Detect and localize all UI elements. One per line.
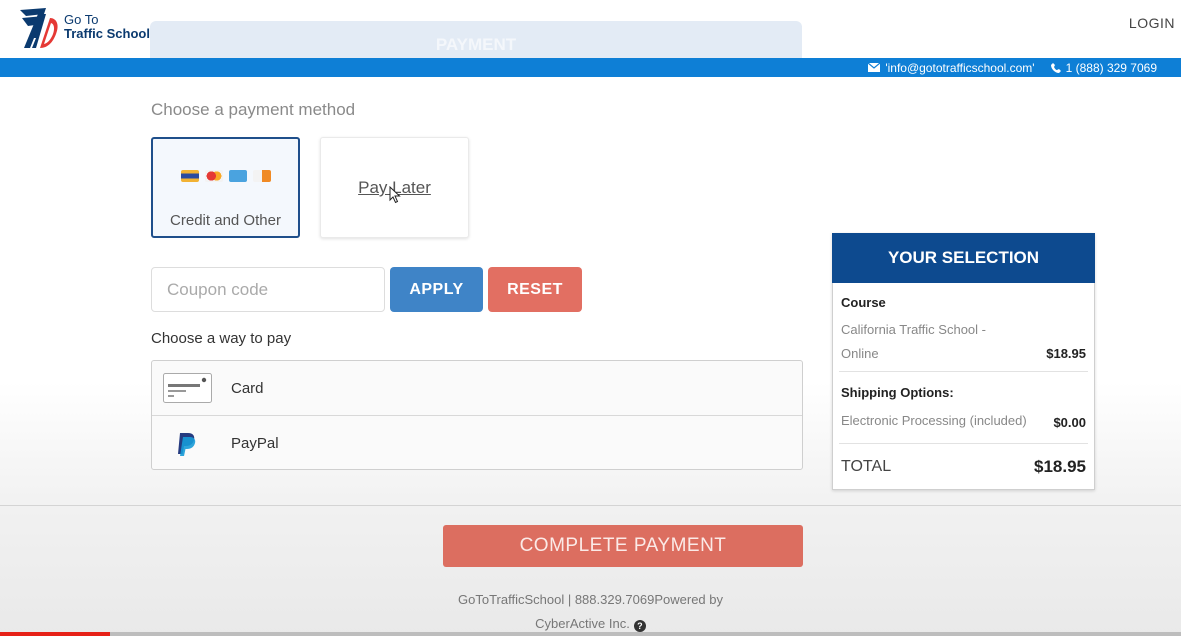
mastercard-icon [205, 170, 223, 182]
pay-option-paypal[interactable]: PayPal [152, 416, 802, 471]
total-value: $18.95 [1034, 457, 1086, 476]
logo-line-2: Traffic School [64, 26, 150, 41]
selection-summary: YOUR SELECTION Course California Traffic… [832, 233, 1095, 490]
coupon-code-input[interactable] [151, 267, 385, 312]
course-name: California Traffic School - Online [841, 322, 986, 361]
credit-and-other-option[interactable]: Credit and Other [151, 137, 300, 238]
phone-contact[interactable]: 1 (888) 329 7069 [1050, 60, 1157, 75]
payment-tab: PAYMENT [150, 21, 802, 59]
site-logo[interactable]: Go To Traffic School [16, 4, 156, 50]
footer-company: CyberActive Inc. [535, 616, 630, 631]
visa-card-icon [181, 170, 199, 182]
logo-line-1: Go To [64, 12, 99, 27]
way-to-pay-title: Choose a way to pay [151, 330, 292, 347]
total-label: TOTAL [841, 458, 892, 475]
pay-option-card-label: Card [231, 379, 264, 397]
shipping-price: $0.00 [1053, 415, 1086, 430]
mouse-cursor-icon [389, 186, 401, 204]
shipping-heading: Shipping Options: [841, 385, 954, 400]
way-to-pay-list: Card PayPal [151, 360, 803, 470]
phone-icon [1050, 62, 1061, 73]
amex-card-icon [229, 170, 247, 182]
envelope-icon [868, 63, 881, 72]
logo-icon [20, 8, 58, 48]
discover-card-icon [253, 170, 271, 182]
logo-text: Go To Traffic School [64, 13, 150, 41]
footer-text-line1: GoToTrafficSchool | 888.329.7069Powered … [458, 592, 723, 607]
email-text: 'info@gototrafficschool.com' [885, 60, 1035, 75]
pay-later-option[interactable]: Pay Later [320, 137, 469, 238]
reset-coupon-button[interactable]: RESET [488, 267, 582, 312]
footer-divider [0, 505, 1181, 506]
payment-method-title: Choose a payment method [151, 100, 356, 119]
contact-bar: 'info@gototrafficschool.com' 1 (888) 329… [0, 58, 1181, 77]
apply-coupon-button[interactable]: APPLY [390, 267, 483, 312]
credit-card-icon [163, 373, 212, 403]
pay-option-card[interactable]: Card [152, 361, 802, 416]
login-link[interactable]: LOGIN [1129, 15, 1175, 31]
selection-title: YOUR SELECTION [832, 233, 1095, 283]
top-header: Go To Traffic School PAYMENT LOGIN [0, 0, 1181, 59]
shipping-name: Electronic Processing (included) [841, 413, 1027, 428]
help-icon[interactable]: ? [633, 620, 646, 632]
pay-option-paypal-label: PayPal [231, 435, 279, 452]
summary-divider [839, 443, 1088, 444]
paypal-icon [178, 432, 196, 456]
video-progress-remaining[interactable] [110, 632, 1181, 636]
complete-payment-button[interactable]: COMPLETE PAYMENT [443, 525, 803, 567]
course-price: $18.95 [1046, 346, 1086, 361]
course-heading: Course [841, 295, 886, 310]
email-contact[interactable]: 'info@gototrafficschool.com' [868, 60, 1035, 75]
summary-divider [839, 371, 1088, 372]
card-brand-icons [181, 170, 271, 182]
phone-text: 1 (888) 329 7069 [1065, 60, 1157, 75]
video-progress-played[interactable] [0, 632, 110, 636]
credit-and-other-label: Credit and Other [170, 212, 281, 229]
footer-text-line2: CyberActive Inc.? [0, 616, 1181, 632]
